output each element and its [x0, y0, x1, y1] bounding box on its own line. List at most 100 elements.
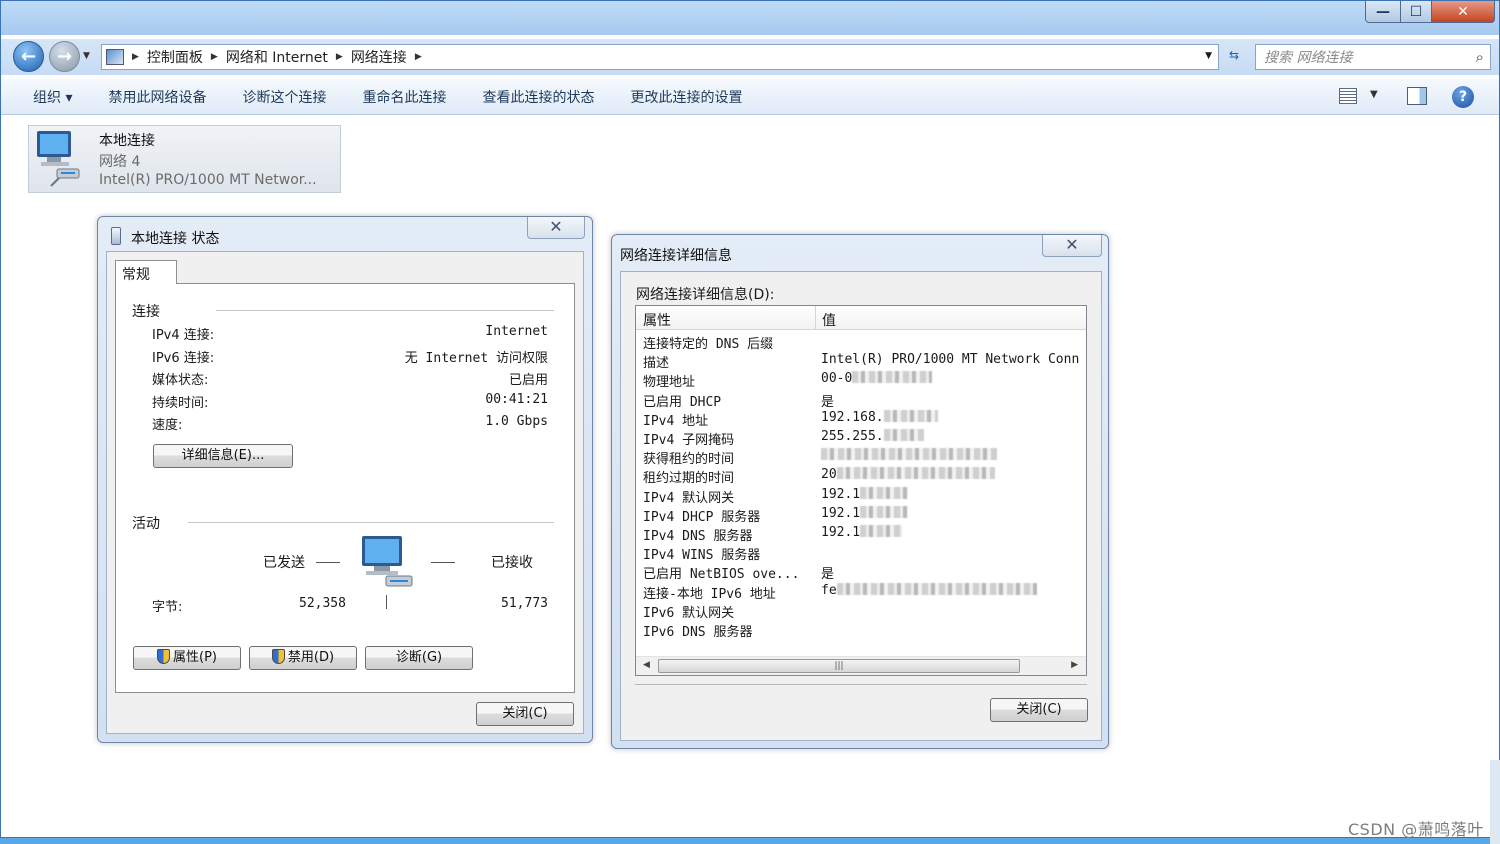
list-item[interactable]: 描述 Intel(R) PRO/1000 MT Network Conn [636, 351, 1086, 371]
list-item[interactable]: IPv4 子网掩码 255.255. [636, 428, 1086, 448]
property-value: 255.255. [821, 429, 924, 444]
scroll-right-icon[interactable]: ▶ [1071, 660, 1078, 670]
property-name: 租约过期的时间 [643, 471, 735, 487]
diagnose-connection-button[interactable]: 诊断这个连接 [242, 87, 326, 107]
search-icon[interactable]: ⌕ [1476, 48, 1484, 66]
change-view-icon[interactable] [1339, 88, 1357, 104]
list-item[interactable]: 连接特定的 DNS 后缀 [636, 332, 1086, 352]
close-window-button[interactable]: ✕ [1431, 1, 1495, 23]
connection-name: 本地连接 [99, 133, 155, 149]
connection-network: 网络 4 [99, 154, 141, 170]
list-header: 属性 值 [636, 306, 1086, 330]
details-dialog-close-button[interactable]: ✕ [1042, 235, 1102, 257]
column-divider[interactable] [815, 306, 816, 330]
speed-label: 速度: [152, 418, 183, 433]
list-item[interactable]: IPv4 默认网关 192.1 [636, 486, 1086, 506]
scroll-thumb[interactable]: ||| [658, 659, 1020, 673]
maximize-button[interactable]: ☐ [1400, 1, 1432, 23]
arrow-left-icon: ← [20, 46, 37, 67]
close-icon: ✕ [549, 217, 563, 236]
property-value-text: 是 [821, 567, 835, 583]
view-status-button[interactable]: 查看此连接的状态 [482, 87, 594, 107]
breadcrumb-separator-icon[interactable]: ▶ [132, 52, 139, 62]
local-connection-item[interactable]: 本地连接 网络 4 Intel(R) PRO/1000 MT Networ... [28, 125, 341, 193]
details-dialog-title: 网络连接详细信息 [620, 248, 732, 264]
status-close-button[interactable]: 关闭(C) [476, 702, 574, 726]
history-dropdown[interactable]: ▼ [83, 51, 90, 61]
disable-button[interactable]: 禁用(D) [249, 646, 357, 670]
breadcrumb-separator-icon[interactable]: ▶ [415, 52, 422, 62]
network-cable-icon [111, 227, 121, 245]
list-item[interactable]: IPv6 默认网关 [636, 601, 1086, 621]
refresh-button[interactable]: ⇆ [1223, 48, 1245, 66]
property-value: 20 [821, 467, 995, 482]
search-box[interactable]: 搜索 网络连接 ⌕ [1255, 44, 1491, 70]
ipv6-connectivity-value: 无 Internet 访问权限 [404, 351, 548, 366]
received-label: 已接收 [491, 555, 533, 571]
command-bar: 组织 ▾ 禁用此网络设备 诊断这个连接 重命名此连接 查看此连接的状态 更改此连… [1, 79, 1499, 115]
close-icon: ✕ [1065, 235, 1079, 254]
property-value: 00-0 [821, 371, 933, 386]
tab-general[interactable]: 常规 [115, 260, 177, 284]
list-item[interactable]: IPv4 DNS 服务器 192.1 [636, 524, 1086, 544]
redacted-value [860, 505, 909, 518]
status-dialog-body: 常规 连接 IPv4 连接: Internet IPv6 连接: 无 Inter… [106, 251, 584, 734]
property-value: 是 [821, 563, 834, 582]
media-state-label: 媒体状态: [152, 373, 209, 388]
property-value-text: Intel(R) PRO/1000 MT Network Conn [821, 352, 1080, 368]
activity-group-label: 活动 [132, 516, 160, 532]
breadcrumb-control-panel[interactable]: 控制面板 [147, 47, 203, 67]
list-item[interactable]: 连接-本地 IPv6 地址 fe [636, 582, 1086, 602]
properties-button[interactable]: 属性(P) [133, 646, 241, 670]
list-item[interactable]: 已启用 DHCP 是 [636, 390, 1086, 410]
network-details-dialog: 网络连接详细信息 ✕ 网络连接详细信息(D): 属性 值 连接特定的 DNS 后… [611, 234, 1109, 749]
scroll-left-icon[interactable]: ◀ [643, 660, 650, 670]
breadcrumb-separator-icon[interactable]: ▶ [211, 52, 218, 62]
speed-value: 1.0 Gbps [485, 414, 548, 429]
ipv4-connectivity-label: IPv4 连接: [152, 328, 215, 343]
forward-button[interactable]: → [49, 41, 80, 72]
view-dropdown-icon[interactable]: ▼ [1370, 89, 1378, 100]
list-item[interactable]: 获得租约的时间 [636, 447, 1086, 467]
details-list[interactable]: 属性 值 连接特定的 DNS 后缀 描述 Intel(R) PRO/1000 MT … [635, 305, 1087, 676]
disable-device-button[interactable]: 禁用此网络设备 [108, 87, 206, 107]
redacted-value [821, 448, 997, 461]
help-icon[interactable]: ? [1452, 86, 1474, 108]
breadcrumb-network-internet[interactable]: 网络和 Internet [226, 47, 328, 67]
list-item[interactable]: IPv6 DNS 服务器 [636, 620, 1086, 640]
status-dialog-close-button[interactable]: ✕ [527, 217, 585, 239]
preview-pane-icon[interactable] [1407, 87, 1427, 105]
property-value-text: 是 [821, 394, 835, 410]
title-bar: — ☐ ✕ [1, 1, 1499, 35]
details-dialog-body: 网络连接详细信息(D): 属性 值 连接特定的 DNS 后缀 描述 Intel(R)… [620, 271, 1102, 741]
column-header-value[interactable]: 值 [822, 310, 836, 330]
search-input[interactable]: 搜索 网络连接 [1264, 47, 1352, 67]
back-button[interactable]: ← [13, 41, 44, 72]
column-header-property[interactable]: 属性 [643, 310, 671, 330]
details-close-button[interactable]: 关闭(C) [990, 698, 1088, 722]
property-name: IPv6 DNS 服务器 [643, 625, 753, 640]
change-settings-button[interactable]: 更改此连接的设置 [630, 87, 742, 107]
breadcrumb-separator-icon[interactable]: ▶ [336, 52, 343, 62]
divider [635, 684, 1087, 685]
list-item[interactable]: IPv4 DHCP 服务器 192.1 [636, 505, 1086, 525]
breadcrumb-network-connections[interactable]: 网络连接 [351, 47, 407, 67]
minimize-button[interactable]: — [1365, 1, 1401, 23]
organize-menu[interactable]: 组织 ▾ [33, 87, 72, 107]
list-item[interactable]: 已启用 NetBIOS ove... 是 [636, 562, 1086, 582]
list-item[interactable]: IPv4 地址 192.168. [636, 409, 1086, 429]
list-item[interactable]: 租约过期的时间 20 [636, 466, 1086, 487]
connection-status-dialog: 本地连接 状态 ✕ 常规 连接 IPv4 连接: Internet IPv6 连… [97, 216, 593, 743]
details-button[interactable]: 详细信息(E)... [153, 444, 293, 468]
address-dropdown-icon[interactable]: ▼ [1205, 51, 1212, 61]
divider [431, 562, 455, 563]
horizontal-scrollbar[interactable]: ◀ ||| ▶ [636, 656, 1086, 675]
property-value [821, 448, 997, 463]
property-name: IPv4 DNS 服务器 [643, 529, 753, 544]
list-item[interactable]: 物理地址 00-0 [636, 370, 1086, 390]
diagnose-button[interactable]: 诊断(G) [365, 646, 473, 670]
address-bar[interactable]: ▶ 控制面板 ▶ 网络和 Internet ▶ 网络连接 ▶ ▼ [101, 44, 1219, 70]
rename-connection-button[interactable]: 重命名此连接 [362, 87, 446, 107]
uac-shield-icon [157, 649, 170, 664]
list-item[interactable]: IPv4 WINS 服务器 [636, 543, 1086, 563]
